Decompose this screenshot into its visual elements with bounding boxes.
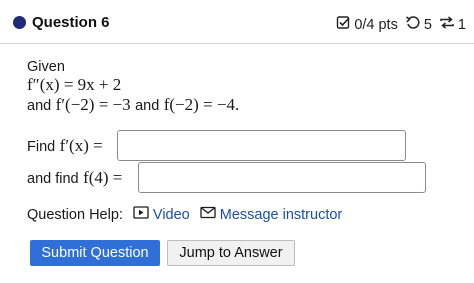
score-text: 0/4 pts — [354, 16, 398, 33]
attempts-count: 5 — [423, 16, 432, 33]
and-text-1: and — [27, 98, 52, 114]
and-text-2: and — [135, 98, 160, 114]
question-meta: 0/4 pts 5 1 — [329, 15, 466, 34]
message-instructor-link[interactable]: Message instructor — [200, 206, 343, 223]
message-instructor-label: Message instructor — [219, 206, 343, 223]
attempts-group: 5 — [405, 15, 432, 34]
video-link-label: Video — [152, 206, 190, 223]
envelope-icon — [200, 206, 220, 223]
equation-second-derivative: f″(x) = 9x + 2 — [27, 75, 122, 94]
find-derivative-expression: f′(x) = — [59, 136, 103, 155]
help-label: Question Help: — [27, 206, 123, 223]
equation-function-condition: f(−2) = −4. — [163, 95, 240, 114]
derivative-answer-input[interactable] — [117, 130, 406, 161]
initial-conditions: and f′(−2) = −3 and f(−2) = −4. — [27, 95, 239, 115]
retries-group: 1 — [439, 15, 466, 34]
checkbox-icon — [336, 15, 351, 34]
find-value-expression: f(4) = — [83, 168, 123, 187]
video-link[interactable]: Video — [133, 206, 190, 223]
find-label: Find — [27, 139, 56, 155]
question-header: Question 6 0/4 pts 5 1 — [0, 0, 474, 44]
jump-to-answer-button[interactable]: Jump to Answer — [167, 240, 295, 266]
find-derivative-prompt: Find f′(x) = — [27, 136, 103, 156]
retries-count: 1 — [457, 16, 466, 33]
question-status-dot — [13, 16, 26, 29]
find-value-prompt: and find f(4) = — [27, 168, 122, 188]
score-group: 0/4 pts — [336, 15, 398, 34]
and-find-label: and find — [27, 171, 79, 187]
video-icon — [133, 206, 153, 223]
given-label: Given — [27, 59, 65, 75]
value-answer-input[interactable] — [138, 162, 426, 193]
equation-first-derivative-condition: f′(−2) = −3 — [55, 95, 131, 114]
retry-icon — [439, 15, 455, 34]
question-help: Question Help: Video Message instructor — [27, 206, 342, 223]
question-title: Question 6 — [32, 14, 110, 31]
undo-icon — [405, 15, 421, 34]
submit-question-button[interactable]: Submit Question — [30, 240, 160, 266]
